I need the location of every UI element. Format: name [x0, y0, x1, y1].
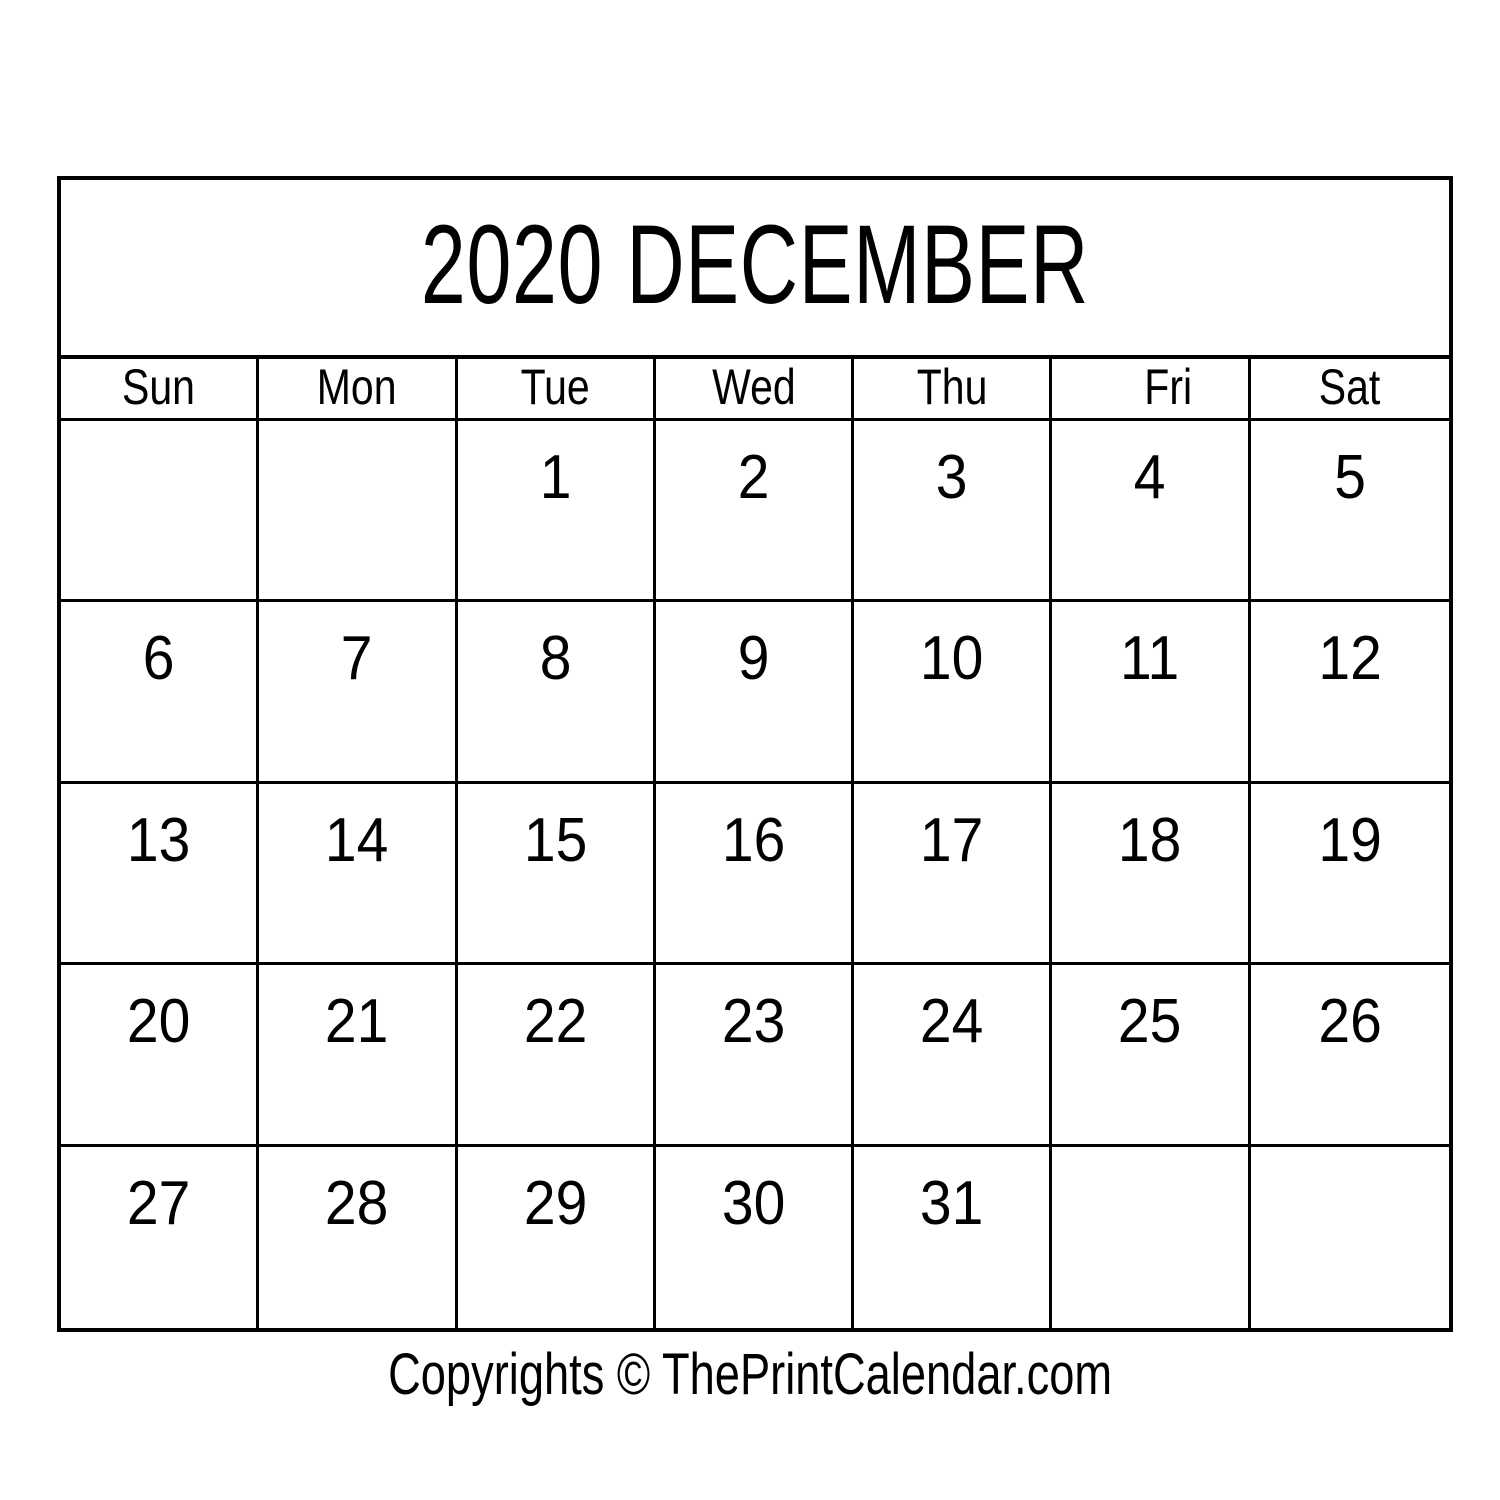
- week-row: 13 14 15 16 17 18 19: [61, 783, 1449, 966]
- footer: Copyrights © ThePrintCalendar.com: [0, 1346, 1500, 1404]
- day-number: 9: [737, 624, 770, 694]
- day-cell[interactable]: 23: [656, 965, 855, 1144]
- day-cell[interactable]: 10: [854, 602, 1053, 781]
- day-number: 25: [1118, 987, 1182, 1057]
- calendar-grid: 2020 DECEMBER Sun Mon Tue Wed Thu Fri Sat 1234…: [57, 176, 1453, 1332]
- day-cell[interactable]: 25: [1052, 965, 1251, 1144]
- weekday-label: Fri: [1144, 359, 1193, 415]
- page-title: 2020 DECEMBER: [420, 201, 1090, 327]
- day-number: 7: [341, 624, 373, 694]
- day-cell[interactable]: 13: [61, 783, 260, 963]
- day-number: 30: [721, 1168, 786, 1238]
- day-number: 24: [920, 987, 984, 1057]
- day-cell[interactable]: 12: [1251, 602, 1449, 780]
- day-number: 14: [325, 805, 389, 875]
- weekday-label: Thu: [916, 359, 988, 415]
- day-number: 19: [1318, 805, 1382, 875]
- day-cell-empty: [259, 421, 458, 600]
- day-number: 5: [1333, 443, 1366, 512]
- day-cell[interactable]: 5: [1251, 421, 1449, 599]
- day-cell[interactable]: 15: [458, 783, 656, 963]
- day-number: 6: [142, 624, 175, 694]
- day-number: 18: [1118, 805, 1182, 875]
- weekday-label: Tue: [520, 359, 590, 415]
- day-number: 29: [523, 1168, 587, 1238]
- day-cell[interactable]: 4: [1052, 421, 1251, 600]
- day-cell[interactable]: 7: [259, 602, 458, 781]
- day-number: 20: [126, 987, 191, 1057]
- week-row: 20 21 22 23 24 25 26: [61, 965, 1449, 1147]
- weekday-header-fri: Fri: [1052, 359, 1251, 418]
- day-number: 1: [539, 443, 572, 512]
- day-number: 10: [920, 624, 984, 694]
- weekday-header-sat: Sat: [1251, 359, 1449, 418]
- weekday-header-thu: Thu: [854, 359, 1053, 418]
- day-cell[interactable]: 9: [656, 602, 855, 781]
- day-number: 22: [523, 987, 587, 1057]
- day-number: 15: [523, 805, 587, 875]
- day-number: 3: [935, 443, 968, 512]
- day-cell[interactable]: 31: [854, 1146, 1053, 1328]
- weekday-label: Sun: [122, 359, 196, 415]
- day-number: 23: [721, 987, 786, 1057]
- day-cell[interactable]: 6: [61, 602, 260, 781]
- day-number: 31: [920, 1168, 984, 1238]
- day-number: 27: [126, 1168, 191, 1238]
- day-cell[interactable]: 29: [458, 1146, 656, 1328]
- weekday-label: Mon: [317, 359, 397, 415]
- day-number: 21: [325, 987, 389, 1057]
- day-number: 17: [920, 805, 984, 875]
- day-number: 8: [539, 624, 572, 694]
- week-row: 6 7 8 9 10 11 12: [61, 602, 1449, 784]
- day-cell-empty: [1052, 1146, 1251, 1328]
- day-number: 4: [1134, 443, 1166, 512]
- day-number: 2: [737, 443, 770, 512]
- day-cell-empty: [61, 421, 260, 600]
- weekday-label: Wed: [711, 359, 796, 415]
- day-cell[interactable]: 17: [854, 783, 1053, 963]
- weekday-header-wed: Wed: [656, 359, 855, 418]
- weekday-header-tue: Tue: [458, 359, 656, 418]
- day-cell[interactable]: 1: [458, 421, 656, 600]
- day-cell-empty: [1251, 1147, 1449, 1328]
- day-number: 12: [1318, 624, 1382, 694]
- copyright-text: Copyrights © ThePrintCalendar.com: [387, 1342, 1112, 1407]
- day-number: 11: [1120, 624, 1180, 694]
- calendar-weeks: 1 2 3 4 5 6 7 8 9 10 11 12 13 14 15 16 17 18 19 20 21 22 23 24 2…: [61, 421, 1449, 1328]
- day-cell[interactable]: 21: [259, 965, 458, 1144]
- day-cell[interactable]: 24: [854, 965, 1053, 1144]
- week-row: 27 28 29 30 31: [61, 1146, 1449, 1328]
- day-cell[interactable]: 28: [259, 1146, 458, 1328]
- day-number: 28: [325, 1168, 389, 1238]
- day-cell[interactable]: 19: [1251, 784, 1449, 962]
- day-cell[interactable]: 11: [1052, 602, 1251, 781]
- day-number: 16: [721, 805, 786, 875]
- day-cell[interactable]: 26: [1251, 965, 1449, 1143]
- weekday-header-sun: Sun: [61, 359, 260, 418]
- day-cell[interactable]: 14: [259, 783, 458, 963]
- day-cell[interactable]: 8: [458, 602, 656, 781]
- day-cell[interactable]: 30: [656, 1146, 855, 1328]
- day-number: 26: [1318, 987, 1382, 1057]
- week-row: 1 2 3 4 5: [61, 421, 1449, 603]
- day-cell[interactable]: 16: [656, 783, 855, 963]
- calendar-page: 2020 DECEMBER Sun Mon Tue Wed Thu Fri Sat 1234…: [0, 0, 1500, 1500]
- day-cell[interactable]: 27: [61, 1146, 260, 1328]
- day-cell[interactable]: 18: [1052, 783, 1251, 963]
- calendar-title-row: 2020 DECEMBER: [61, 180, 1449, 359]
- day-cell[interactable]: 2: [656, 421, 855, 600]
- day-number: 13: [126, 805, 191, 875]
- day-cell[interactable]: 20: [61, 965, 260, 1144]
- weekday-label: Sat: [1319, 359, 1381, 415]
- weekday-header-row: Sun Mon Tue Wed Thu Fri Sat: [61, 359, 1449, 421]
- weekday-header-mon: Mon: [259, 359, 458, 418]
- day-cell[interactable]: 22: [458, 965, 656, 1144]
- day-cell[interactable]: 3: [854, 421, 1053, 600]
